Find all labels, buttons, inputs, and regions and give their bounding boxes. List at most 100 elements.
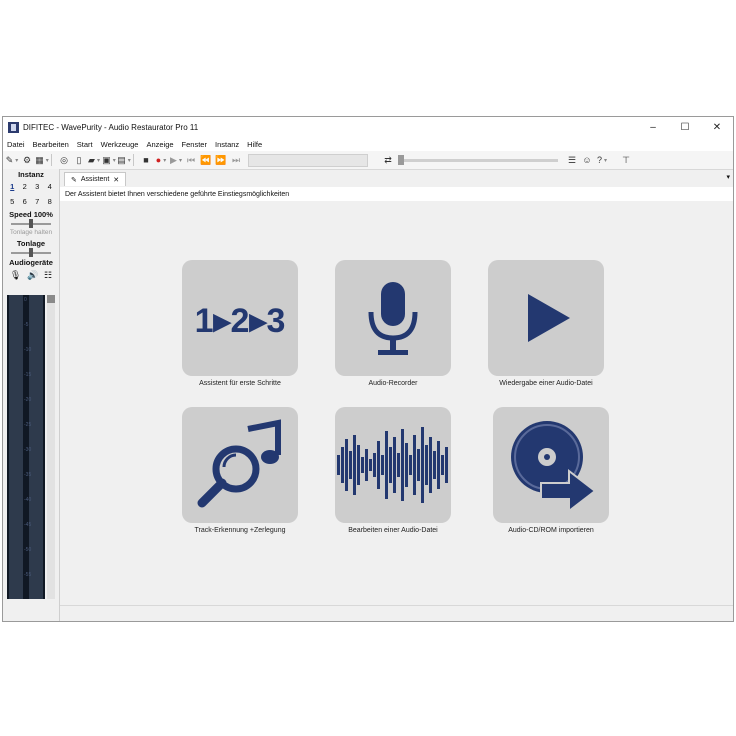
instanz-3[interactable]: 3 [32,182,42,191]
instanz-6[interactable]: 6 [20,197,30,206]
toolbar: ✎ ⚙ ▦ ◎ ▯ ▰ ▣ ▤ ■ ● ▶ ⏮ ⏪ ⏩ ⏭ ⇄ ☰ ☺ ? ⊤ [3,151,733,170]
audio-device-buttons: 🎙 🔊 ☷ [3,270,59,281]
position-display [248,153,368,167]
pen-icon: ✎ [71,176,77,184]
rewind-icon[interactable]: ⏪ [200,154,212,166]
stop-icon[interactable]: ■ [140,154,152,166]
brush-tool-icon[interactable]: ✎ [6,154,18,166]
meter-tick: 0 [24,297,27,303]
tab-dropdown-icon[interactable]: ▾ [726,173,730,181]
play-icon[interactable]: ▶ [170,154,182,166]
open-folder-icon[interactable]: ▰ [88,154,100,166]
meter-tick: -25 [24,422,32,428]
level-meter: 0 -5 -10 -15 -20 -25 -30 -35 -40 -45 -50… [7,295,45,599]
menu-instanz[interactable]: Instanz [211,140,243,149]
tonlage-slider[interactable] [11,248,51,257]
instanz-5[interactable]: 5 [7,197,17,206]
close-button[interactable]: ✕ [701,117,733,137]
tile-label-playback: Wiedergabe einer Audio-Datei [499,380,593,387]
meter-tick: -50 [24,547,32,553]
app-logo-icon [8,121,19,133]
menu-datei[interactable]: Datei [3,140,29,149]
pin-icon[interactable]: ⊤ [620,154,632,166]
instanz-1[interactable]: 1 [7,182,17,191]
instanz-row-2: 5 6 7 8 [3,197,59,206]
skip-start-icon[interactable]: ⏮ [185,154,197,166]
menu-start[interactable]: Start [73,140,97,149]
menu-anzeige[interactable]: Anzeige [142,140,177,149]
tonlage-halten-label[interactable]: Tonlage halten [3,229,59,236]
tab-label: Assistent [80,176,110,183]
meter-tick: -45 [24,522,32,528]
window-title: DIFITEC - WavePurity - Audio Restaurator… [23,122,199,132]
tile-cd-import[interactable] [493,407,609,523]
magnifier-music-icon [197,419,281,508]
forward-icon[interactable]: ⏩ [215,154,227,166]
instanz-label: Instanz [18,170,44,179]
instanz-8[interactable]: 8 [45,197,55,206]
menu-bearbeiten[interactable]: Bearbeiten [29,140,73,149]
meter-tick: -35 [24,472,32,478]
title-bar: DIFITEC - WavePurity - Audio Restaurator… [3,117,733,137]
instanz-4[interactable]: 4 [45,182,55,191]
settings-gear-icon[interactable]: ⚙ [21,154,33,166]
menu-hilfe[interactable]: Hilfe [243,140,266,149]
status-bar [60,605,733,620]
left-panel: Instanz 1 2 3 4 5 6 7 8 Speed 100% Tonla… [3,169,60,621]
tile-edit-audio[interactable] [335,407,451,523]
meter-tick: -5 [24,322,29,328]
target-icon[interactable]: ◎ [58,154,70,166]
meter-scrollbar[interactable] [47,295,55,599]
steps-123-icon: 1▸2▸3 [195,302,286,340]
info-text: Der Assistent bietet Ihnen verschiedene … [65,190,290,198]
microphone-icon[interactable]: 🎙 [10,270,21,281]
menu-fenster[interactable]: Fenster [178,140,211,149]
steps-123-text: 1▸2▸3 [195,302,286,340]
tab-assistent[interactable]: ✎ Assistent ✕ [64,172,127,186]
cd-import-icon [511,421,597,514]
export-icon[interactable]: ▤ [117,154,130,166]
menu-werkzeuge[interactable]: Werkzeuge [97,140,143,149]
play-icon [528,294,570,342]
record-icon[interactable]: ● [155,154,167,166]
help-icon[interactable]: ? [596,154,608,166]
loop-icon[interactable]: ⇄ [382,154,394,166]
tonlage-slider-thumb[interactable] [29,248,33,257]
level-meter-left [9,295,23,599]
toolbar-divider [133,154,134,166]
speed-slider[interactable] [11,219,51,228]
new-file-icon[interactable]: ▯ [73,154,85,166]
tile-track-detection[interactable] [182,407,298,523]
chart-icon[interactable]: ▦ [35,154,48,166]
tile-playback[interactable] [488,260,604,376]
tile-first-steps[interactable]: 1▸2▸3 [182,260,298,376]
menu-bar: Datei Bearbeiten Start Werkzeuge Anzeige… [3,137,733,151]
audiogeraete-label: Audiogeräte [9,258,53,267]
minimize-button[interactable]: – [637,117,669,137]
speaker-icon[interactable]: 🔊 [27,270,38,281]
tile-label-audio-recorder: Audio-Recorder [368,380,418,387]
mixer-icon[interactable]: ☷ [44,270,52,281]
meter-scroll-knob[interactable] [47,295,55,303]
app-window: DIFITEC - WavePurity - Audio Restaurator… [2,116,734,622]
info-bar: Der Assistent bietet Ihnen verschiedene … [60,187,733,201]
toolbar-divider [51,154,52,166]
meter-tick: -20 [24,397,32,403]
list-icon[interactable]: ☰ [566,154,578,166]
tile-label-first-steps: Assistent für erste Schritte [199,380,281,387]
position-slider[interactable] [398,154,558,165]
skip-end-icon[interactable]: ⏭ [230,154,242,166]
instanz-2[interactable]: 2 [20,182,30,191]
meter-tick: -10 [24,347,32,353]
microphone-icon [368,282,418,355]
user-help-icon[interactable]: ☺ [581,154,593,166]
tile-audio-recorder[interactable] [335,260,451,376]
position-slider-thumb[interactable] [398,154,404,165]
instanz-7[interactable]: 7 [32,197,42,206]
window-controls: – ☐ ✕ [637,117,733,137]
maximize-button[interactable]: ☐ [669,117,701,137]
tile-label-cd-import: Audio-CD/ROM importieren [508,527,594,534]
tab-close-icon[interactable]: ✕ [113,176,119,184]
save-icon[interactable]: ▣ [102,154,115,166]
speed-slider-thumb[interactable] [29,219,33,228]
